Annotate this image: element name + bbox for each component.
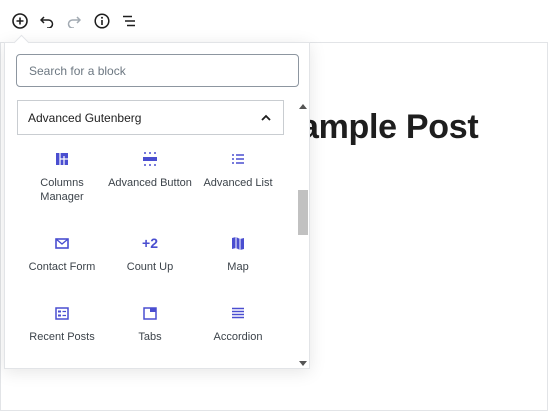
block-label: Contact Form: [28, 261, 96, 273]
undo-button[interactable]: [36, 10, 58, 32]
scroll-up-arrow-icon[interactable]: [299, 104, 307, 109]
info-button[interactable]: [91, 10, 113, 32]
inserter-scrollbar[interactable]: [297, 100, 309, 368]
block-label: Advanced List: [203, 177, 273, 189]
block-label: Columns Manager: [40, 177, 84, 203]
add-block-button[interactable]: [9, 10, 31, 32]
block-item-columns-manager[interactable]: Columns Manager: [19, 140, 105, 206]
editor-toolbar: [0, 0, 548, 43]
outline-button[interactable]: [118, 10, 140, 32]
plus-two-icon: +2: [142, 235, 158, 251]
panel-title: Advanced Gutenberg: [28, 110, 142, 125]
redo-icon: [67, 16, 81, 28]
block-item-map[interactable]: Map: [195, 224, 281, 290]
chevron-up-icon: [261, 114, 271, 121]
block-item-tabs[interactable]: Tabs: [107, 294, 193, 360]
block-search-input[interactable]: [16, 54, 299, 87]
undo-icon: [40, 16, 54, 28]
envelope-icon: [47, 234, 77, 252]
list-view-icon: [123, 15, 135, 27]
block-label: Tabs: [138, 331, 162, 343]
block-inserter-popover: Advanced Gutenberg Columns Manager A: [4, 34, 310, 369]
redo-button[interactable]: [63, 10, 85, 32]
accordion-icon: [223, 304, 253, 322]
plus-circle-icon: [12, 13, 28, 29]
map-icon: [223, 234, 253, 252]
scroll-down-arrow-icon[interactable]: [299, 361, 307, 366]
columns-icon: [47, 150, 77, 168]
list-icon: [223, 150, 253, 168]
block-item-count-up[interactable]: +2 Count Up: [107, 224, 193, 290]
block-item-contact-form[interactable]: Contact Form: [19, 224, 105, 290]
tabs-icon: [135, 304, 165, 322]
block-label: Count Up: [126, 261, 174, 273]
block-label: Advanced Button: [108, 177, 192, 189]
info-icon: [94, 13, 110, 29]
button-icon: [135, 150, 165, 168]
block-label: Map: [227, 261, 249, 273]
block-label: Accordion: [213, 331, 263, 343]
panel-toggle-advanced-gutenberg[interactable]: Advanced Gutenberg: [17, 100, 284, 135]
post-title[interactable]: ample Post: [300, 108, 479, 147]
block-label: Recent Posts: [29, 331, 95, 343]
block-item-recent-posts[interactable]: Recent Posts: [19, 294, 105, 360]
block-item-advanced-list[interactable]: Advanced List: [195, 140, 281, 206]
scroll-thumb[interactable]: [298, 190, 308, 235]
block-item-advanced-button[interactable]: Advanced Button: [107, 140, 193, 206]
block-item-accordion[interactable]: Accordion: [195, 294, 281, 360]
recent-posts-icon: [47, 304, 77, 322]
